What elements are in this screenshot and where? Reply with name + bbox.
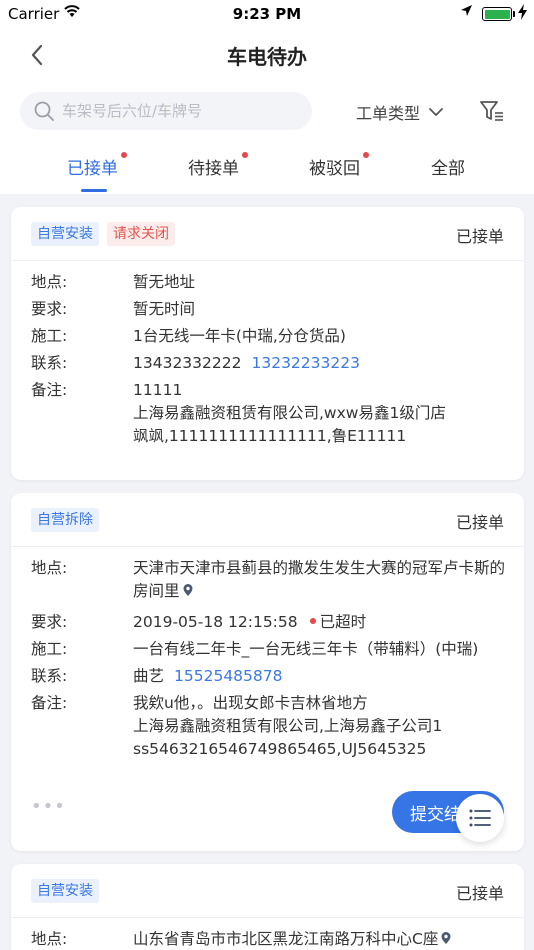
work-order-card[interactable]: 自营拆除 已接单 地点: 天津市天津市县蓟县的撒发生发生大赛的冠军卢卡斯的房间里 … xyxy=(11,493,524,851)
requirement-value: 暂无时间 xyxy=(133,300,196,318)
remark-line: 11111 xyxy=(133,381,183,399)
field-label: 地点: xyxy=(31,559,68,577)
battery-cap xyxy=(513,11,515,17)
remark-line: 上海易鑫融资租赁有限公司,上海易鑫子公司1 xyxy=(133,717,443,735)
chevron-down-icon xyxy=(429,108,443,116)
tab-all[interactable]: 全部 xyxy=(431,154,465,179)
tab-label: 被驳回 xyxy=(309,159,360,179)
tab-accepted[interactable]: 已接单 xyxy=(67,152,127,179)
contact-name: 曲艺 xyxy=(133,667,165,685)
requirement-value: 2019-05-18 12:15:58 xyxy=(133,613,298,631)
field-label: 要求: xyxy=(31,300,68,318)
status-tabs: 已接单 待接单 被驳回 全部 xyxy=(0,142,534,194)
floating-menu-button[interactable] xyxy=(456,794,504,842)
list-menu-icon xyxy=(469,809,491,827)
page-title: 车电待办 xyxy=(227,45,307,69)
remark-row: 备注: 我欸u他，。出现女郎卡吉林省地方上海易鑫融资租赁有限公司,上海易鑫子公司1… xyxy=(11,692,524,761)
contact-phone-link[interactable]: 15525485878 xyxy=(174,667,282,685)
card-header: 自营安装 已接单 xyxy=(11,864,524,918)
tab-pending[interactable]: 待接单 xyxy=(188,152,248,179)
requirement-row: 要求: 2019-05-18 12:15:58 已超时 xyxy=(11,611,524,634)
search-icon xyxy=(34,101,54,121)
overdue-label: 已超时 xyxy=(319,613,367,631)
address-value: 暂无地址 xyxy=(133,273,196,291)
active-tab-indicator xyxy=(81,189,107,192)
search-box[interactable] xyxy=(20,92,312,130)
battery-icon xyxy=(482,7,512,21)
clock: 9:23 PM xyxy=(232,5,302,23)
contact-row: 联系: 曲艺 15525485878 xyxy=(11,665,524,688)
tab-label: 全部 xyxy=(431,159,465,179)
order-type-dropdown[interactable]: 工单类型 xyxy=(356,100,444,124)
field-label: 联系: xyxy=(31,354,68,372)
card-header: 自营拆除 已接单 xyxy=(11,493,524,547)
field-label: 施工: xyxy=(31,640,68,658)
work-order-card[interactable]: 自营安装 已接单 地点: 山东省青岛市市北区黑龙江南路万科中心C座 xyxy=(11,864,524,950)
remark-line: ss5463216546749865465,UJ5645325 xyxy=(133,740,427,758)
filter-button[interactable] xyxy=(478,97,506,125)
order-type-label: 工单类型 xyxy=(356,104,421,123)
nav-header: 车电待办 xyxy=(0,28,534,82)
tab-label: 已接单 xyxy=(67,159,118,179)
search-input[interactable] xyxy=(62,92,302,130)
remark-row: 备注: 11111 上海易鑫融资租赁有限公司,wxw易鑫1级门店 飒飒,1111111… xyxy=(11,379,524,448)
construction-value: 一台有线二年卡_一台无线三年卡（带辅料）(中瑞) xyxy=(133,640,479,658)
location-arrow-icon xyxy=(460,4,473,21)
address-row: 地点: 天津市天津市县蓟县的撒发生发生大赛的冠军卢卡斯的房间里 xyxy=(11,557,524,603)
overdue-dot xyxy=(309,618,316,624)
remark-line: 上海易鑫融资租赁有限公司,wxw易鑫1级门店 xyxy=(133,404,446,422)
tab-rejected[interactable]: 被驳回 xyxy=(309,152,369,179)
map-pin-icon[interactable] xyxy=(440,931,452,945)
badge-dot xyxy=(242,152,248,158)
field-label: 备注: xyxy=(31,381,68,399)
order-type-tag: 自营安装 xyxy=(31,222,99,246)
order-status: 已接单 xyxy=(455,227,504,246)
remark-line: 飒飒,1111111111111111,鲁E11111 xyxy=(133,427,407,445)
search-row: 工单类型 xyxy=(0,82,534,142)
order-status: 已接单 xyxy=(455,513,504,532)
remark-line: 我欸u他，。出现女郎卡吉林省地方 xyxy=(133,694,368,712)
address-row: 地点: 暂无地址 xyxy=(11,271,524,294)
field-label: 地点: xyxy=(31,930,68,948)
contact-row: 联系: 13432332222 13232233223 xyxy=(11,352,524,375)
overdue-indicator: 已超时 xyxy=(309,613,367,631)
charging-bolt-icon xyxy=(518,4,527,24)
contact-phone-link[interactable]: 13232233223 xyxy=(251,354,359,372)
address-row: 地点: 山东省青岛市市北区黑龙江南路万科中心C座 xyxy=(11,928,524,950)
card-header: 自营安装 请求关闭 已接单 xyxy=(11,207,524,261)
tab-label: 待接单 xyxy=(188,159,239,179)
order-status: 已接单 xyxy=(455,884,504,903)
field-label: 备注: xyxy=(31,694,68,712)
construction-row: 施工: 1台无线一年卡(中瑞,分仓货品) xyxy=(11,325,524,348)
field-label: 联系: xyxy=(31,667,68,685)
address-value: 山东省青岛市市北区黑龙江南路万科中心C座 xyxy=(133,930,439,948)
order-type-tag: 自营安装 xyxy=(31,879,99,903)
work-order-card[interactable]: 自营安装 请求关闭 已接单 地点: 暂无地址 要求: 暂无时间 施工: 1台无线一年卡… xyxy=(11,207,524,480)
filter-list-icon xyxy=(480,101,503,121)
field-label: 地点: xyxy=(31,273,68,291)
map-pin-icon[interactable] xyxy=(182,583,194,597)
more-options-button[interactable]: ••• xyxy=(31,796,66,817)
status-bar: Carrier 9:23 PM xyxy=(0,0,534,28)
requirement-row: 要求: 暂无时间 xyxy=(11,298,524,321)
badge-dot xyxy=(121,152,127,158)
construction-row: 施工: 一台有线二年卡_一台无线三年卡（带辅料）(中瑞) xyxy=(11,638,524,661)
work-order-list[interactable]: 自营安装 请求关闭 已接单 地点: 暂无地址 要求: 暂无时间 施工: 1台无线一年卡… xyxy=(0,194,534,950)
field-label: 要求: xyxy=(31,613,68,631)
order-type-tag: 自营拆除 xyxy=(31,508,99,532)
close-request-tag: 请求关闭 xyxy=(107,222,175,246)
construction-value: 1台无线一年卡(中瑞,分仓货品) xyxy=(133,327,346,345)
field-label: 施工: xyxy=(31,327,68,345)
badge-dot xyxy=(363,152,369,158)
contact-name: 13432332222 xyxy=(133,354,242,372)
